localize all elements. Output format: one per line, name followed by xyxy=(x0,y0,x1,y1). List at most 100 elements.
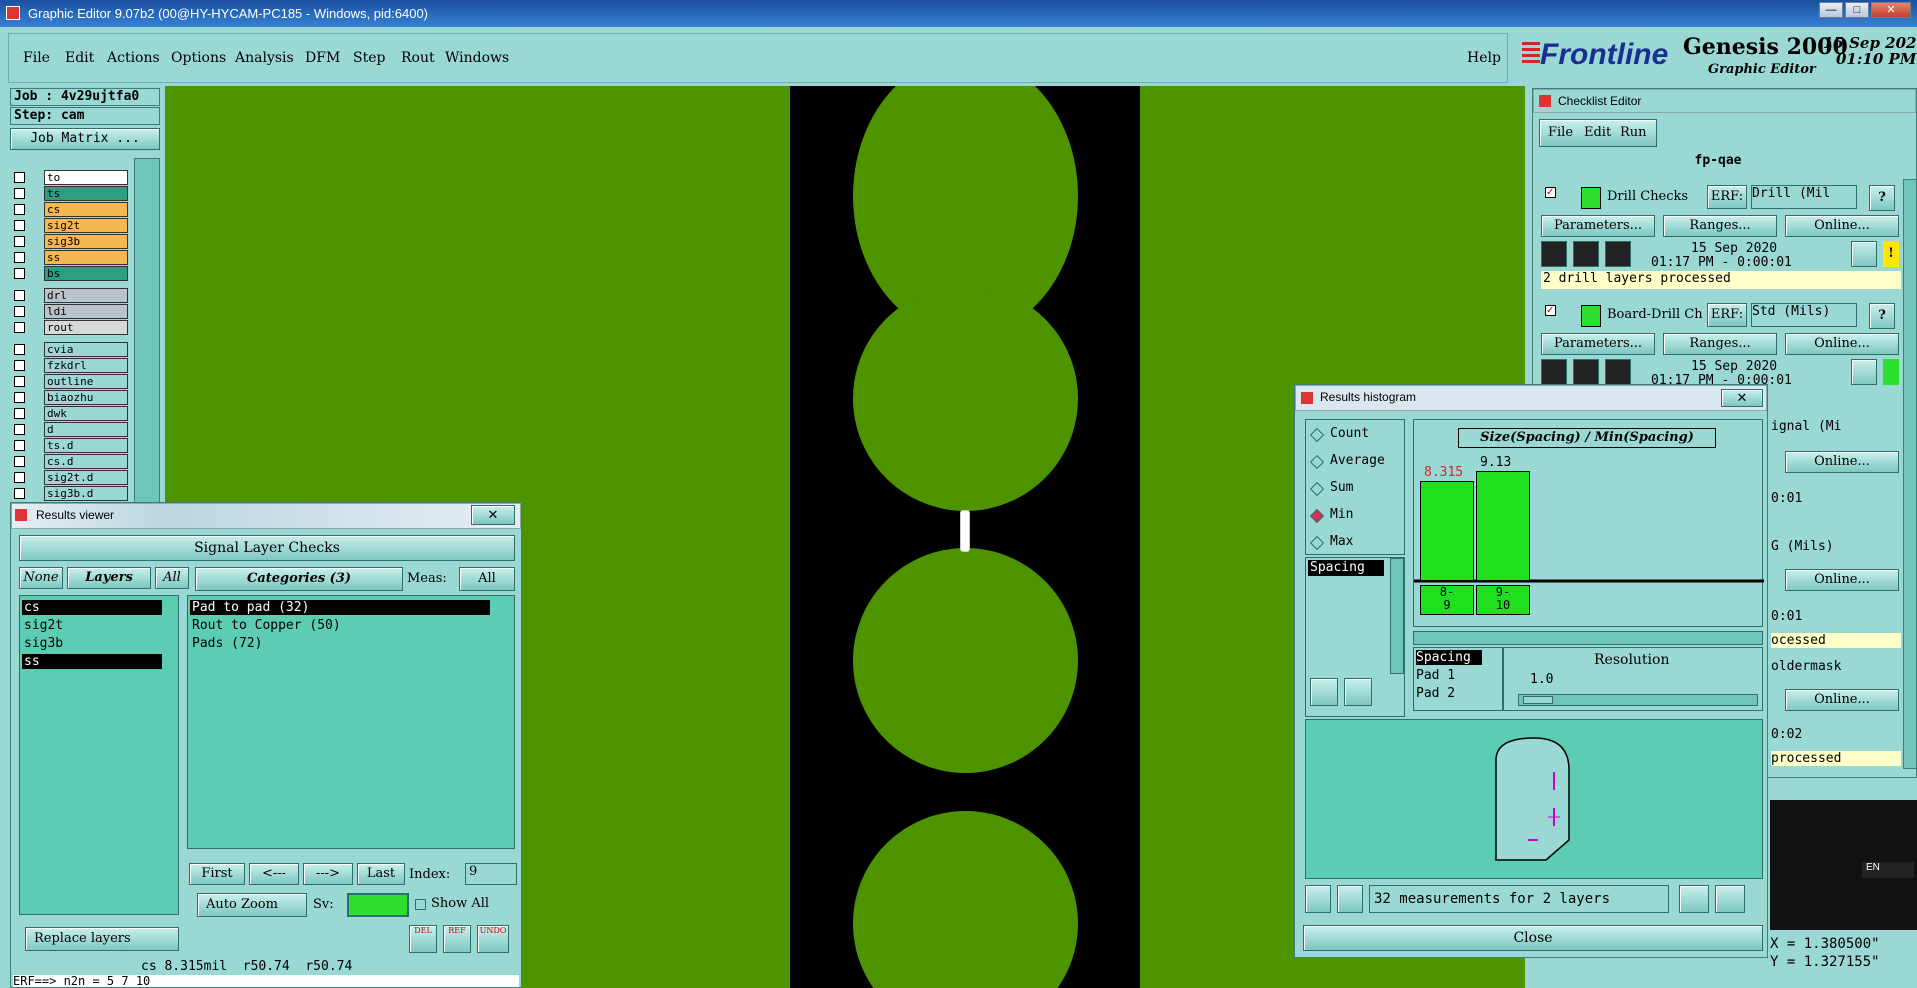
undo-button[interactable]: UNDO xyxy=(477,925,509,953)
layer-name[interactable]: rout xyxy=(44,320,128,335)
online-button[interactable]: Online... xyxy=(1785,451,1899,473)
result-layer-item[interactable]: sig2t xyxy=(22,618,162,633)
sel-item[interactable]: Spacing xyxy=(1416,650,1482,665)
layer-checkbox[interactable] xyxy=(14,268,25,279)
layer-row[interactable]: to xyxy=(12,170,130,185)
resolution-slider[interactable] xyxy=(1518,694,1758,706)
parameters-button[interactable]: Parameters... xyxy=(1541,333,1655,355)
spacing-marker[interactable] xyxy=(960,510,970,552)
layer-name[interactable]: ts.d xyxy=(44,438,128,453)
layer-checkbox[interactable] xyxy=(14,344,25,355)
checklist-menu-edit[interactable]: Edit xyxy=(1584,125,1611,140)
menu-dfm[interactable]: DFM xyxy=(305,50,340,66)
histogram-hscroll[interactable] xyxy=(1413,631,1763,645)
slider-thumb[interactable] xyxy=(1523,696,1553,704)
erf-button[interactable]: ERF: xyxy=(1707,303,1747,327)
layer-name[interactable]: biaozhu xyxy=(44,390,128,405)
layer-name[interactable]: outline xyxy=(44,374,128,389)
option-radio[interactable] xyxy=(1309,427,1325,443)
check-enable-checkbox[interactable]: ✓ xyxy=(1545,305,1556,316)
ref-icon[interactable] xyxy=(1337,885,1363,913)
layer-row[interactable]: ldi xyxy=(12,304,130,319)
maximize-button[interactable]: □ xyxy=(1845,2,1869,18)
layer-name[interactable]: dwk xyxy=(44,406,128,421)
layer-checkbox[interactable] xyxy=(14,376,25,387)
measure-scrollbar[interactable] xyxy=(1390,558,1404,674)
job-matrix-button[interactable]: Job Matrix ... xyxy=(10,128,160,150)
layer-checkbox[interactable] xyxy=(14,306,25,317)
histogram-bar[interactable] xyxy=(1476,471,1530,581)
online-button[interactable]: Online... xyxy=(1785,689,1899,711)
help-icon[interactable]: ? xyxy=(1869,303,1895,329)
sv-color-dropdown[interactable] xyxy=(347,893,409,917)
show-all-checkbox[interactable] xyxy=(415,899,426,910)
menu-edit[interactable]: Edit xyxy=(65,50,94,66)
layer-row[interactable]: ss xyxy=(12,250,130,265)
menu-analysis[interactable]: Analysis xyxy=(235,50,294,66)
checklist-menu-run[interactable]: Run xyxy=(1620,125,1647,140)
layer-name[interactable]: cs xyxy=(44,202,128,217)
layer-checkbox[interactable] xyxy=(14,424,25,435)
check-enable-checkbox[interactable]: ✓ xyxy=(1545,187,1556,198)
index-input[interactable]: 9 xyxy=(465,863,517,885)
histogram-close-button[interactable]: Close xyxy=(1303,925,1763,951)
auto-zoom-dropdown[interactable]: Auto Zoom xyxy=(197,893,307,917)
erf-value[interactable]: Std (Mils) xyxy=(1751,303,1857,327)
zoom-icon[interactable] xyxy=(1851,241,1877,267)
layer-name[interactable]: sig3b xyxy=(44,234,128,249)
close-button[interactable]: ✕ xyxy=(1871,2,1911,18)
menu-windows[interactable]: Windows xyxy=(445,50,509,66)
parameters-button[interactable]: Parameters... xyxy=(1541,215,1655,237)
layer-checkbox[interactable] xyxy=(14,204,25,215)
del-icon[interactable] xyxy=(1310,678,1338,706)
sel-item[interactable]: Pad 2 xyxy=(1416,686,1455,701)
first-button[interactable]: First xyxy=(189,863,245,885)
zoom-icon[interactable] xyxy=(1851,359,1877,385)
online-button[interactable]: Online... xyxy=(1785,333,1899,355)
layer-row[interactable]: sig3b.d xyxy=(12,486,130,501)
all-button[interactable]: All xyxy=(155,567,189,589)
layer-name[interactable]: cvia xyxy=(44,342,128,357)
layer-name[interactable]: ts xyxy=(44,186,128,201)
layer-checkbox[interactable] xyxy=(14,392,25,403)
category-item[interactable]: Pad to pad (32) xyxy=(190,600,490,615)
layer-checkbox[interactable] xyxy=(14,440,25,451)
layer-name[interactable]: bs xyxy=(44,266,128,281)
option-radio[interactable] xyxy=(1309,535,1325,551)
option-radio[interactable] xyxy=(1309,508,1325,524)
erf-button[interactable]: ERF: xyxy=(1707,185,1747,209)
del-button[interactable]: DEL xyxy=(409,925,437,953)
menu-actions[interactable]: Actions xyxy=(107,50,160,66)
layer-checkbox[interactable] xyxy=(14,322,25,333)
category-list[interactable]: Pad to pad (32) Rout to Copper (50) Pads (… xyxy=(187,595,515,849)
prev-button[interactable]: <--- xyxy=(249,863,299,885)
result-layer-item[interactable]: sig3b xyxy=(22,636,162,651)
layer-row[interactable]: fzkdrl xyxy=(12,358,130,373)
run-icon[interactable] xyxy=(1605,241,1631,267)
layer-name[interactable]: ldi xyxy=(44,304,128,319)
layer-checkbox[interactable] xyxy=(14,472,25,483)
measure-list-item[interactable]: Spacing xyxy=(1308,560,1384,576)
layer-scrollbar[interactable] xyxy=(134,158,160,506)
layer-checkbox[interactable] xyxy=(14,456,25,467)
online-button[interactable]: Online... xyxy=(1785,569,1899,591)
meas-dropdown[interactable]: All xyxy=(459,567,515,591)
layer-checkbox[interactable] xyxy=(14,220,25,231)
language-indicator[interactable]: EN xyxy=(1862,862,1914,878)
layer-row[interactable]: cs.d xyxy=(12,454,130,469)
checklist-scrollbar[interactable] xyxy=(1903,179,1917,769)
ranges-button[interactable]: Ranges... xyxy=(1663,215,1777,237)
layer-name[interactable]: ss xyxy=(44,250,128,265)
layer-row[interactable]: sig2t xyxy=(12,218,130,233)
layer-name[interactable]: sig2t.d xyxy=(44,470,128,485)
category-item[interactable]: Pads (72) xyxy=(190,636,490,651)
last-button[interactable]: Last xyxy=(357,863,405,885)
layer-name[interactable]: sig3b.d xyxy=(44,486,128,501)
layer-row[interactable]: biaozhu xyxy=(12,390,130,405)
layer-row[interactable]: cvia xyxy=(12,342,130,357)
result-layer-item[interactable]: ss xyxy=(22,654,162,669)
layer-row[interactable]: bs xyxy=(12,266,130,281)
menu-file[interactable]: File xyxy=(23,50,50,66)
category-item[interactable]: Rout to Copper (50) xyxy=(190,618,490,633)
sel-item[interactable]: Pad 1 xyxy=(1416,668,1455,683)
